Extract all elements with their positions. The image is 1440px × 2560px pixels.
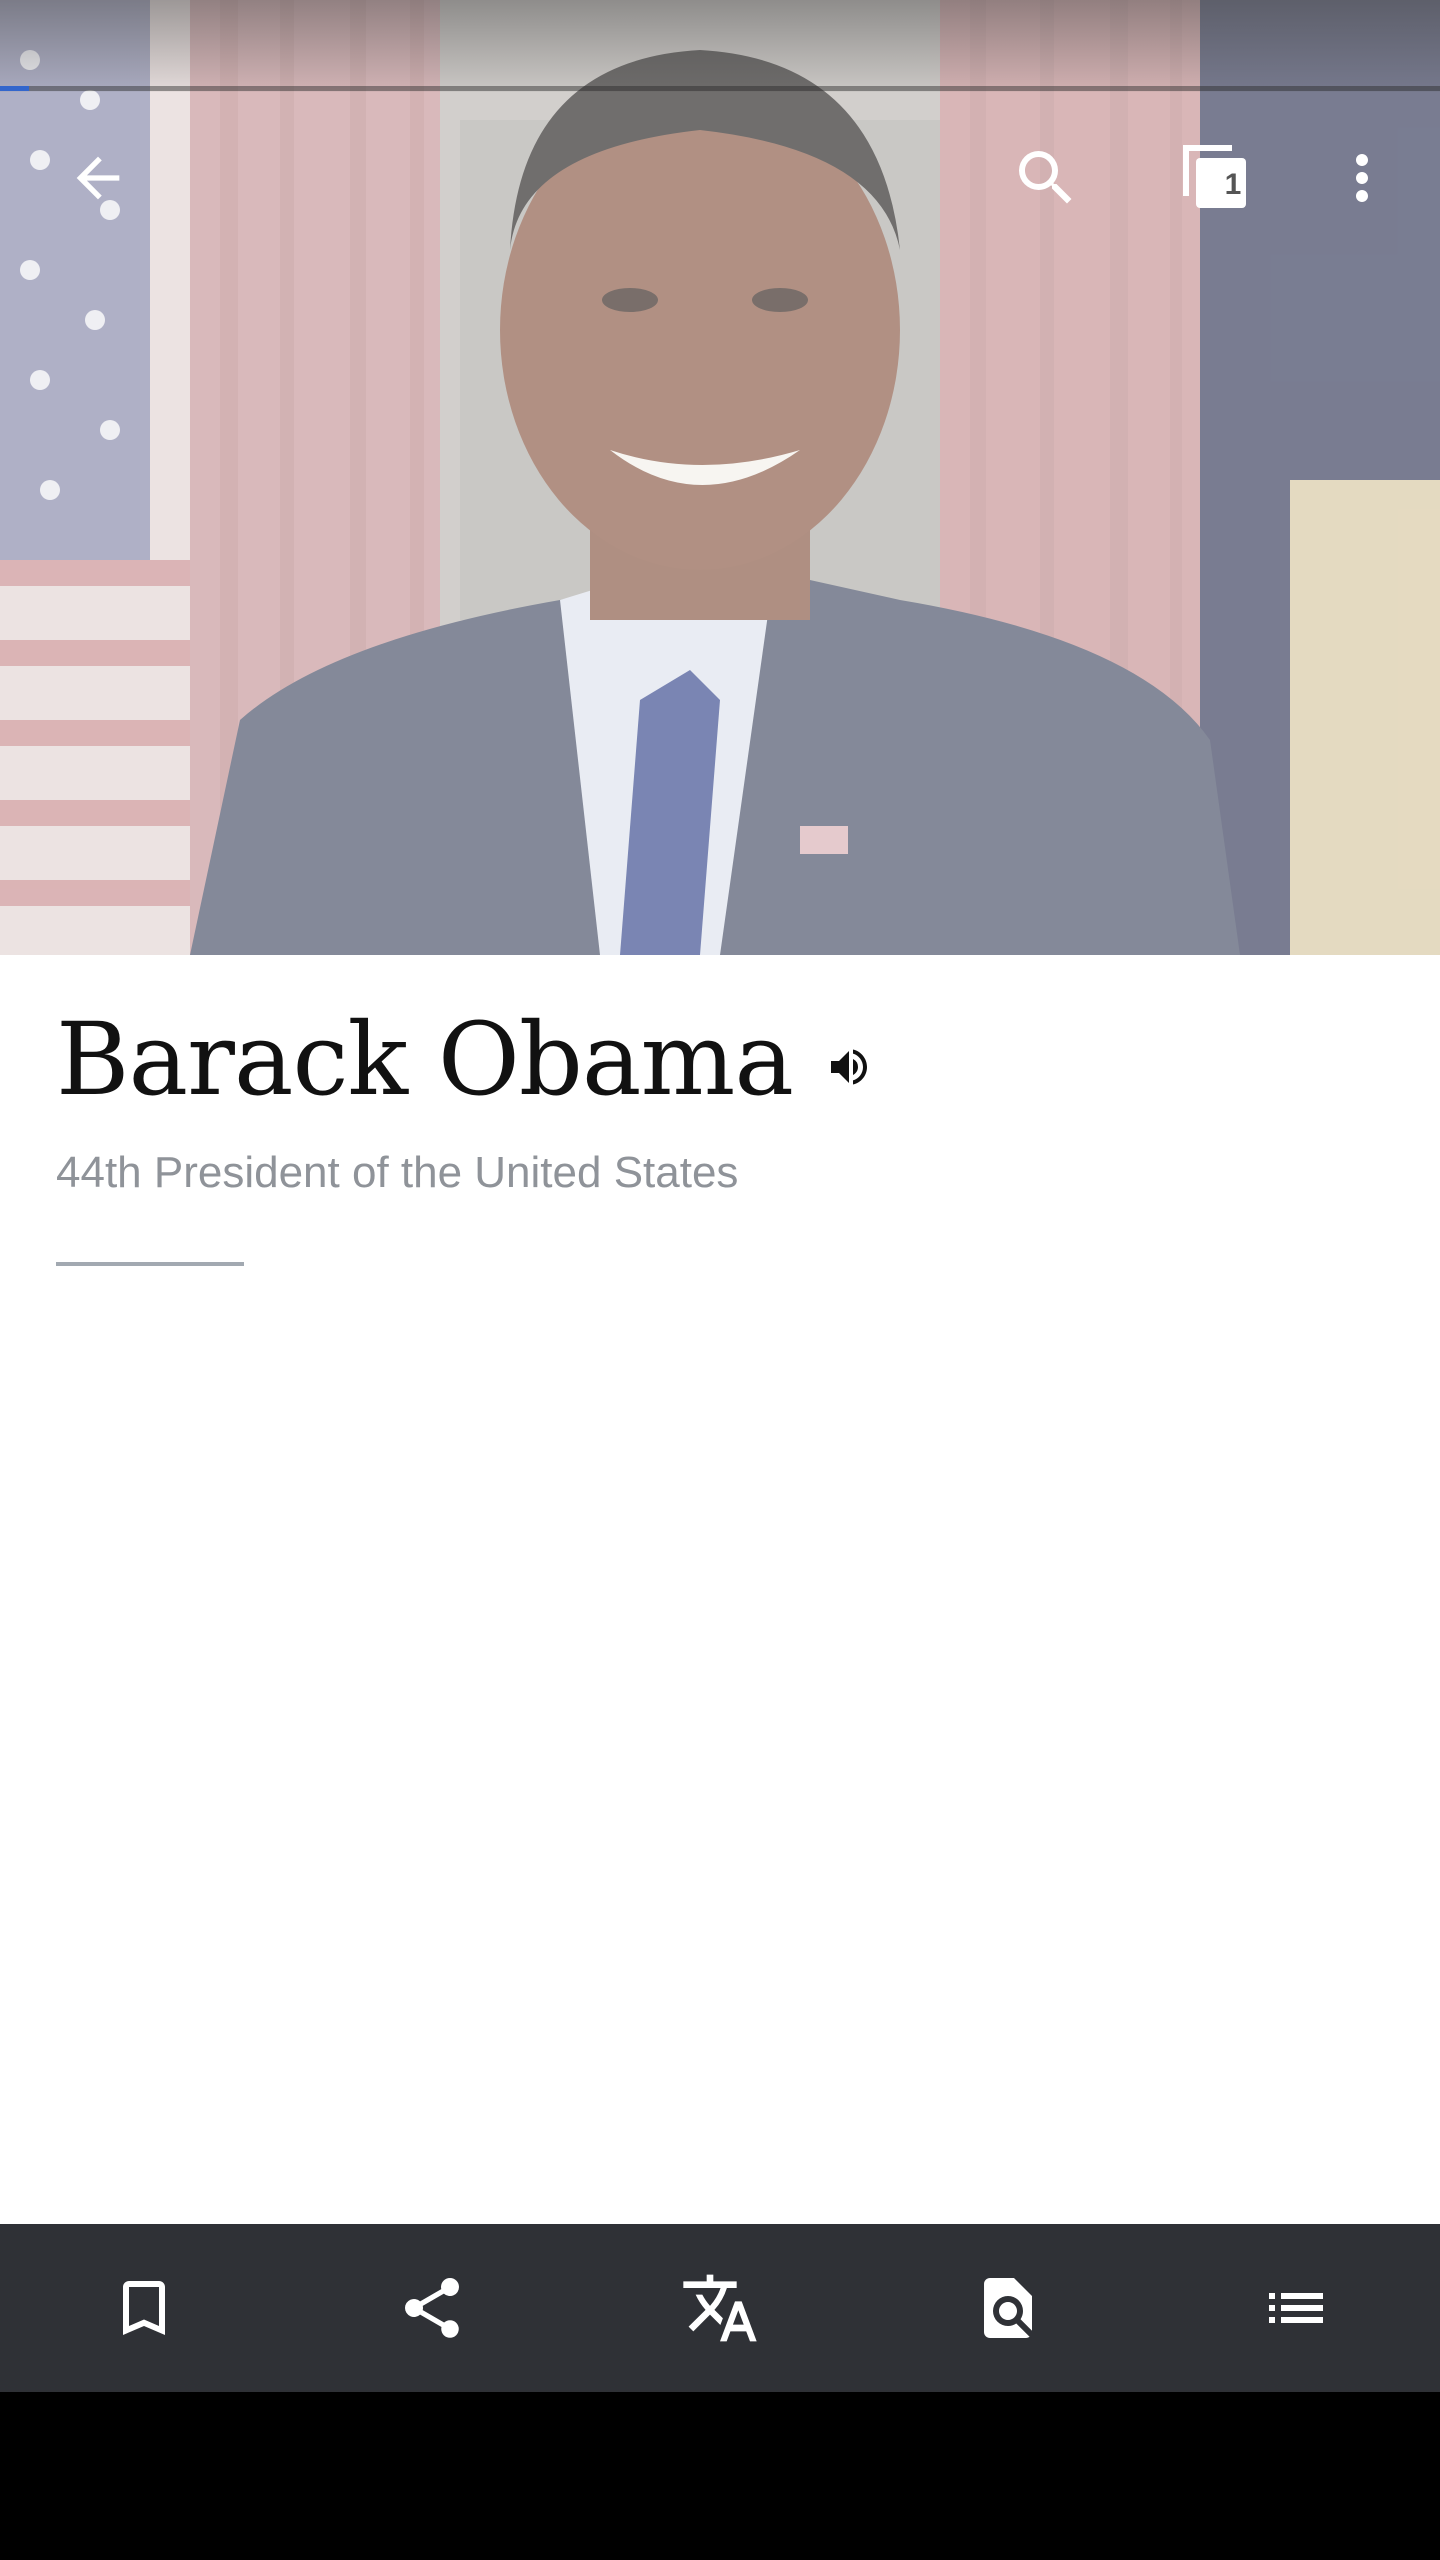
page-action-bar: [0, 2224, 1440, 2392]
overflow-menu-button[interactable]: [1314, 130, 1410, 226]
bookmark-button[interactable]: [84, 2248, 204, 2368]
more-vert-icon: [1356, 154, 1368, 202]
table-of-contents-button[interactable]: [1236, 2248, 1356, 2368]
title-divider: [56, 1262, 244, 1266]
tabs-count: 1: [1224, 168, 1242, 201]
page-title: Barack Obama: [56, 1001, 794, 1118]
translate-icon: [683, 2274, 757, 2342]
translate-button[interactable]: [660, 2248, 780, 2368]
contents-list-icon: [1269, 2293, 1323, 2323]
loading-progress-track: [0, 86, 1440, 91]
loading-progress-bar: [0, 86, 29, 91]
search-button[interactable]: [998, 130, 1094, 226]
share-icon: [404, 2278, 460, 2338]
search-icon: [1019, 151, 1072, 204]
find-in-page-icon: [984, 2278, 1032, 2338]
find-in-page-button[interactable]: [948, 2248, 1068, 2368]
system-navigation-bar: [0, 2392, 1440, 2560]
volume-icon: [830, 1049, 867, 1085]
page-description: 44th President of the United States: [56, 1148, 739, 1197]
toolbar-shade: [0, 0, 1440, 92]
share-button[interactable]: [372, 2248, 492, 2368]
arrow-back-icon: [76, 156, 120, 200]
page-header: Barack Obama: [56, 1005, 879, 1115]
bookmark-icon: [123, 2281, 165, 2335]
tabs-button[interactable]: 1: [1168, 130, 1264, 226]
pronunciation-audio-button[interactable]: [819, 1037, 879, 1097]
back-button[interactable]: [50, 130, 146, 226]
